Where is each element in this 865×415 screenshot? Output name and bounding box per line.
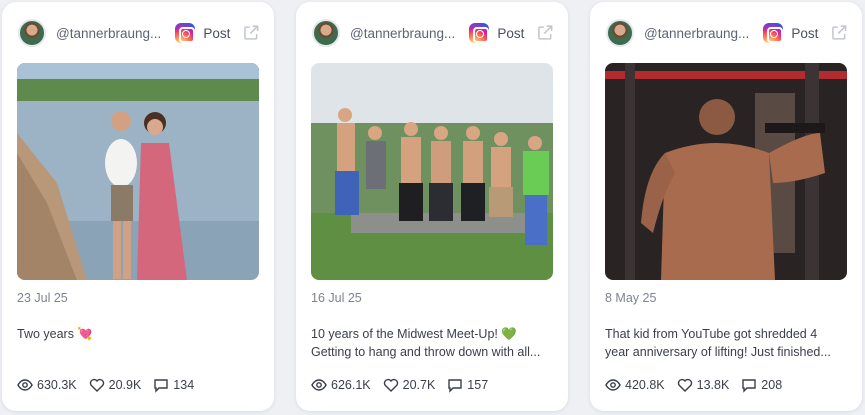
comments-count: 208	[761, 378, 783, 392]
post-type-label: Post	[791, 25, 819, 41]
views-count: 630.3K	[37, 378, 77, 392]
views-stat: 420.8K	[605, 377, 665, 393]
instagram-icon	[175, 23, 196, 43]
external-link-icon[interactable]	[242, 24, 260, 42]
card-header: @tannerbraung... Post	[606, 18, 848, 48]
post-caption: Two years 💘	[17, 325, 259, 343]
post-date: 23 Jul 25	[17, 291, 68, 305]
instagram-icon	[763, 23, 784, 43]
heart-icon	[383, 378, 398, 392]
eye-icon	[17, 379, 33, 391]
account-handle[interactable]: @tannerbraung...	[644, 26, 753, 41]
post-card[interactable]: @tannerbraung... Post 8 May 25 That kid …	[590, 2, 862, 411]
caption-line: That kid from YouTube got shredded 4	[605, 327, 818, 341]
card-header: @tannerbraung... Post	[18, 18, 260, 48]
likes-stat: 20.7K	[383, 377, 436, 393]
heart-icon	[89, 378, 104, 392]
post-stats: 420.8K 13.8K 208	[605, 377, 794, 393]
avatar[interactable]	[606, 19, 634, 47]
post-image[interactable]	[605, 63, 847, 280]
caption-line: 10 years of the Midwest Meet-Up! 💚	[311, 327, 517, 341]
views-count: 420.8K	[625, 378, 665, 392]
account-handle[interactable]: @tannerbraung...	[56, 26, 165, 41]
caption-line: Two years 💘	[17, 327, 94, 341]
post-image[interactable]	[311, 63, 553, 280]
post-type-label: Post	[497, 25, 525, 41]
likes-count: 20.7K	[402, 378, 436, 392]
comments-stat: 208	[741, 377, 782, 393]
avatar[interactable]	[312, 19, 340, 47]
comments-stat: 157	[447, 377, 488, 393]
likes-count: 13.8K	[696, 378, 730, 392]
comments-count: 134	[173, 378, 195, 392]
caption-line: year anniversary of lifting! Just finish…	[605, 345, 831, 359]
comment-icon	[448, 379, 462, 393]
eye-icon	[605, 379, 621, 391]
post-image[interactable]	[17, 63, 259, 280]
views-stat: 630.3K	[17, 377, 77, 393]
avatar[interactable]	[18, 19, 46, 47]
comments-stat: 134	[153, 377, 194, 393]
eye-icon	[311, 379, 327, 391]
post-caption: That kid from YouTube got shredded 4 yea…	[605, 325, 847, 361]
post-date: 16 Jul 25	[311, 291, 362, 305]
heart-icon	[677, 378, 692, 392]
comments-count: 157	[467, 378, 489, 392]
post-card[interactable]: @tannerbraung... Post 23 Jul 25 Two year…	[2, 2, 274, 411]
post-stats: 626.1K 20.7K 157	[311, 377, 500, 393]
card-header: @tannerbraung... Post	[312, 18, 554, 48]
likes-count: 20.9K	[108, 378, 142, 392]
external-link-icon[interactable]	[830, 24, 848, 42]
comment-icon	[154, 379, 168, 393]
views-count: 626.1K	[331, 378, 371, 392]
post-card[interactable]: @tannerbraung... Post 16 Jul 25 10 years…	[296, 2, 568, 411]
caption-line: Getting to hang and throw down with all.…	[311, 345, 541, 359]
likes-stat: 13.8K	[677, 377, 730, 393]
post-caption: 10 years of the Midwest Meet-Up! 💚 Getti…	[311, 325, 553, 361]
comment-icon	[742, 379, 756, 393]
account-handle[interactable]: @tannerbraung...	[350, 26, 459, 41]
post-type-label: Post	[203, 25, 231, 41]
instagram-icon	[469, 23, 490, 43]
views-stat: 626.1K	[311, 377, 371, 393]
external-link-icon[interactable]	[536, 24, 554, 42]
likes-stat: 20.9K	[89, 377, 142, 393]
post-date: 8 May 25	[605, 291, 657, 305]
post-stats: 630.3K 20.9K 134	[17, 377, 206, 393]
